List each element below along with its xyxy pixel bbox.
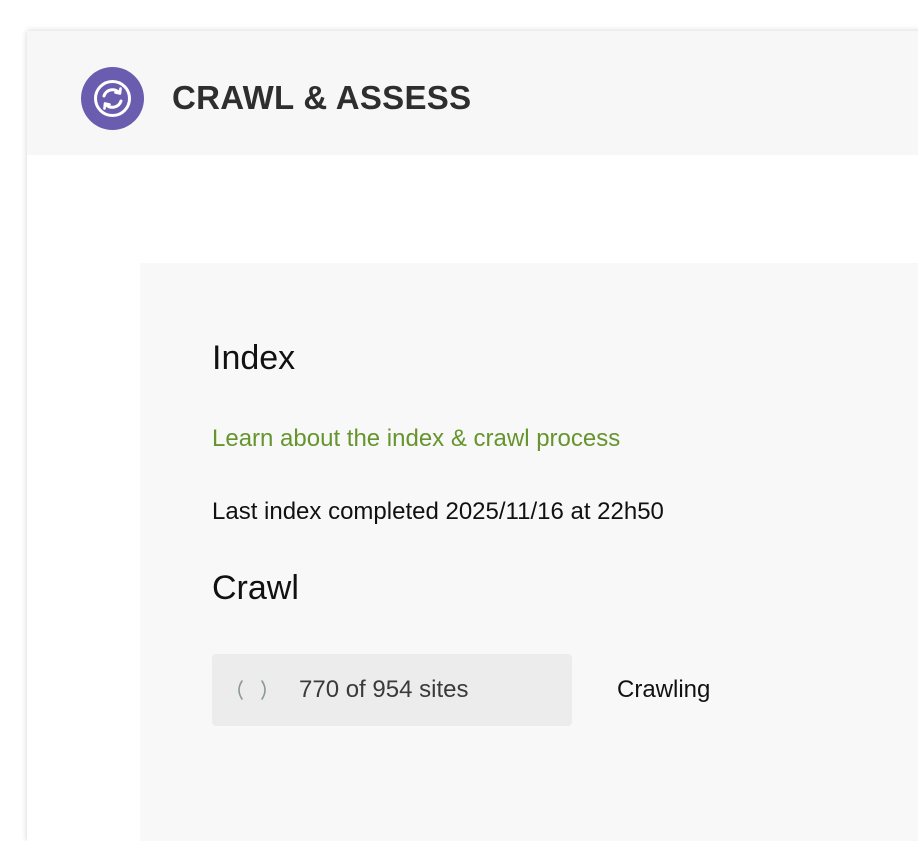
learn-index-crawl-link[interactable]: Learn about the index & crawl process xyxy=(212,425,620,453)
index-crawl-panel: Index Learn about the index & crawl proc… xyxy=(140,263,918,841)
last-index-status: Last index completed 2025/11/16 at 22h50 xyxy=(212,498,664,525)
crawl-progress-indicator: 770 of 954 sites xyxy=(212,654,572,726)
index-section-title: Index xyxy=(212,339,296,377)
crawl-section-title: Crawl xyxy=(212,569,299,607)
app-window: CRAWL & ASSESS Index Learn about the ind… xyxy=(27,31,918,841)
app-title: CRAWL & ASSESS xyxy=(172,79,472,116)
crawl-progress-text: 770 of 954 sites xyxy=(299,676,469,703)
sync-icon xyxy=(81,67,144,130)
loading-spinner-icon xyxy=(234,676,270,704)
crawl-status-text: Crawling xyxy=(617,676,711,703)
app-header: CRAWL & ASSESS xyxy=(27,31,918,155)
